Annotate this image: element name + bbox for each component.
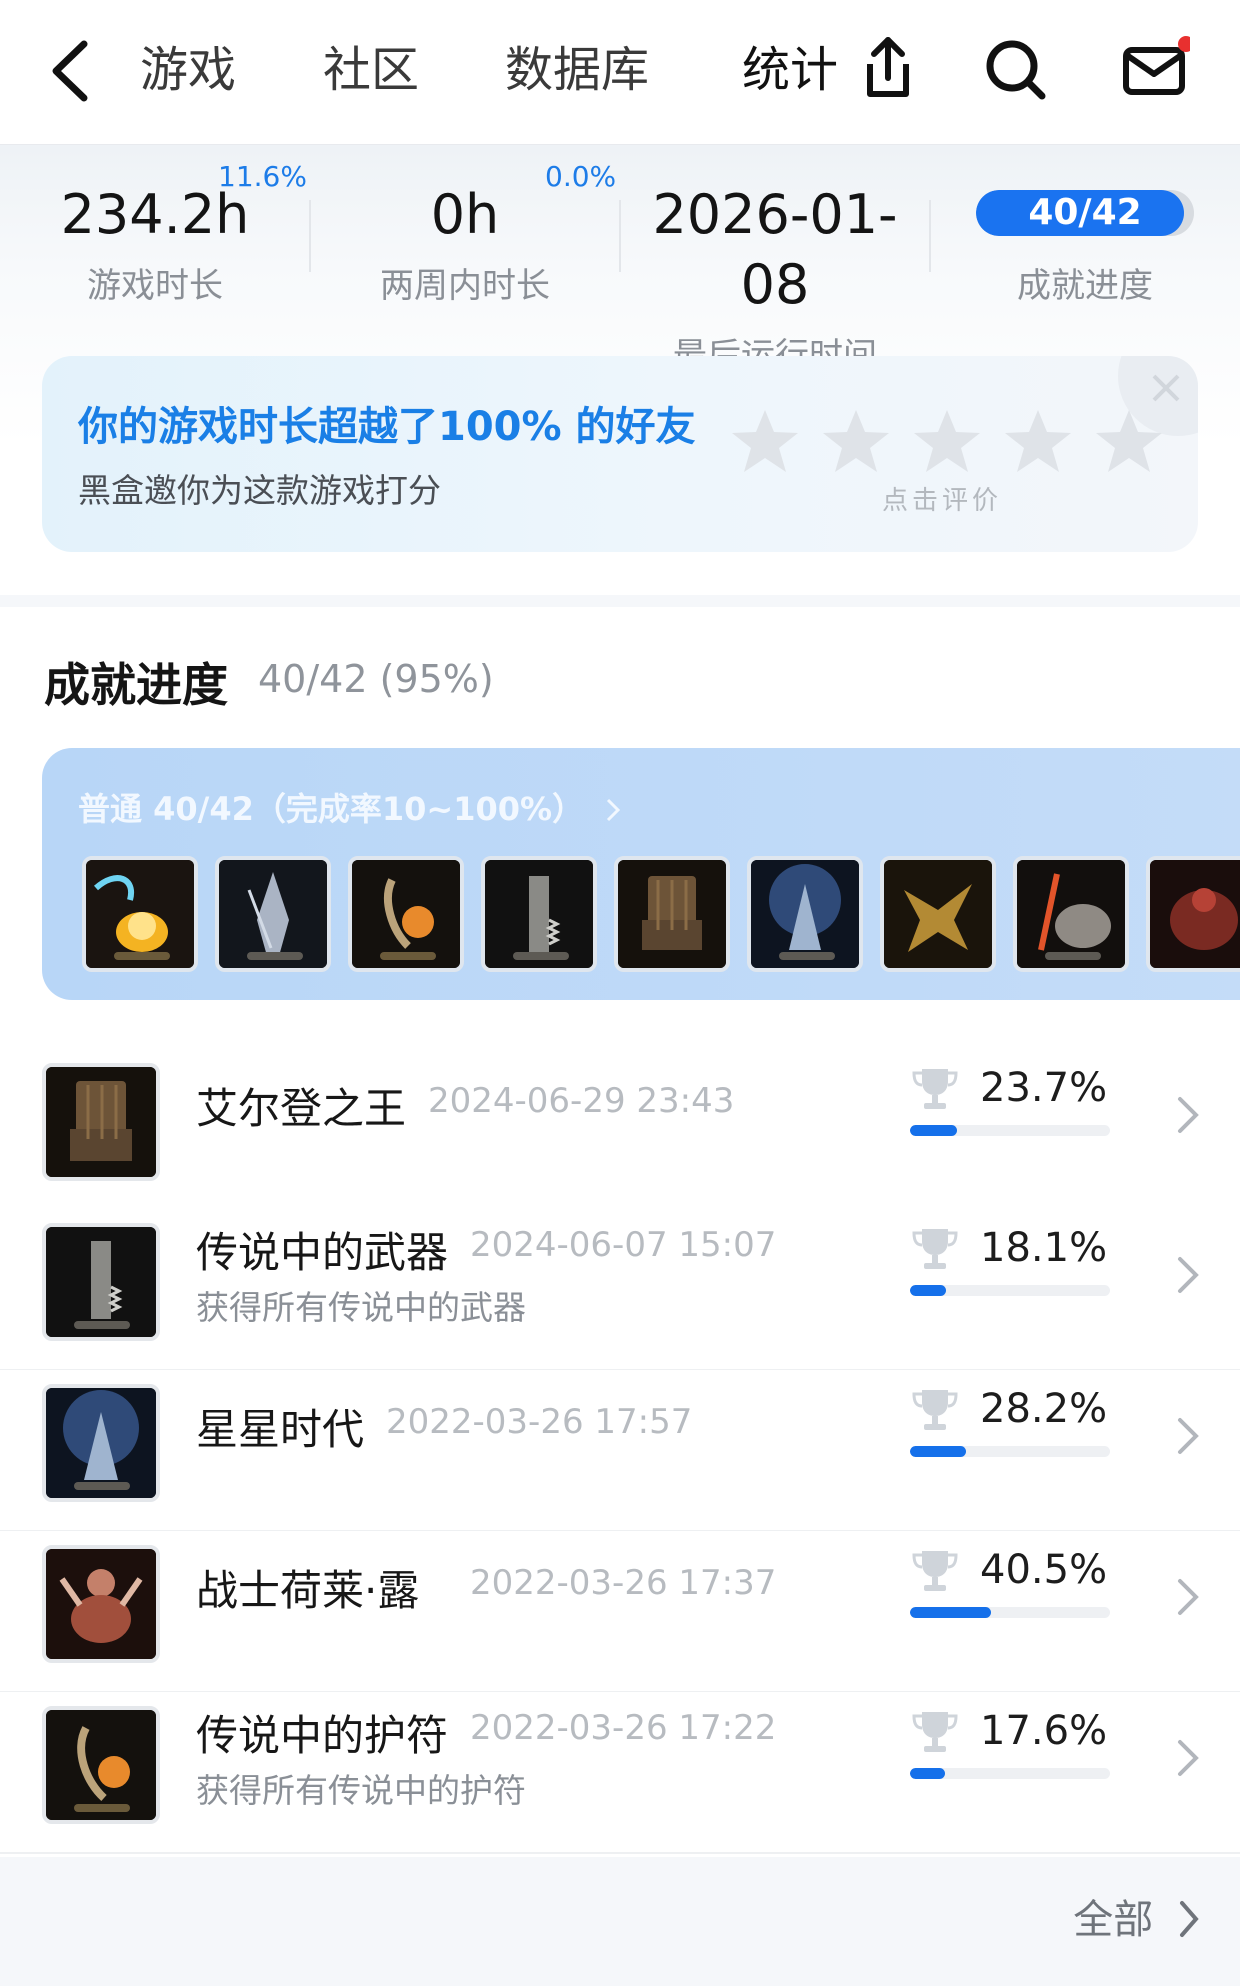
achievement-row[interactable]: 传说中的护符 2022-03-26 17:22 获得所有传说中的护符 17.6% [0,1692,1240,1854]
star-icon[interactable] [730,406,800,476]
mail-icon[interactable] [1120,34,1190,104]
achievement-date: 2022-03-26 17:22 [470,1708,777,1748]
achievement-thumbnail[interactable] [215,856,331,972]
achievement-name: 传说中的护符 [196,1711,449,1760]
achievement-percent: 18.1% [980,1225,1108,1271]
section-title: 成就进度 [44,658,228,712]
tier-label: 普通 40/42（完成率10~100%） [78,784,621,830]
chevron-right-icon[interactable] [1176,1416,1200,1456]
achievement-rarity-fill [910,1446,967,1457]
achievement-thumbnail[interactable] [348,856,464,972]
achievement-description: 获得所有传说中的护符 [196,1771,526,1810]
achievement-icon [42,1545,160,1663]
achievement-rarity-bar [910,1607,1110,1618]
achievement-icon [42,1706,160,1824]
star-icon[interactable] [912,406,982,476]
search-icon[interactable] [980,34,1050,104]
achievement-rarity-bar [910,1446,1110,1457]
achievement-percent: 28.2% [980,1386,1108,1432]
achievement-rarity-bar [910,1125,1110,1136]
top-navigation-bar: 游戏 社区 数据库 统计 [0,0,1240,145]
achievement-row[interactable]: 星星时代 2022-03-26 17:57 28.2% [0,1370,1240,1532]
achievement-icon [42,1223,160,1341]
stat-achievement[interactable]: 40/42 成就进度 [930,160,1240,307]
achievement-thumbnail[interactable] [747,856,863,972]
star-icon[interactable] [821,406,891,476]
star-icon[interactable] [1094,406,1164,476]
achievement-rarity-fill [910,1125,958,1136]
achievement-tier-card[interactable]: 普通 40/42（完成率10~100%） [42,748,1240,1000]
achievement-name: 艾尔登之王 [196,1084,407,1133]
achievement-thumbnail[interactable] [1013,856,1129,972]
footer: 全部 [0,1857,1240,1986]
trophy-icon [912,1069,958,1109]
rating-title: 你的游戏时长超越了100% 的好友 [78,404,696,450]
achievement-thumbnail[interactable] [880,856,996,972]
achievement-name: 传说中的武器 [196,1228,449,1277]
achievement-date: 2024-06-07 15:07 [470,1225,777,1265]
tab-game[interactable]: 游戏 [140,38,236,102]
achievement-thumbnail[interactable] [1146,856,1240,972]
achievement-progress-value: 40/42 [1028,192,1142,233]
achievement-row[interactable]: 艾尔登之王 2024-06-29 23:43 23.7% [0,1049,1240,1211]
achievement-rarity-fill [910,1285,947,1296]
play-time-delta: 11.6% [218,160,307,193]
tab-database[interactable]: 数据库 [505,38,649,102]
section-count: 40/42 (95%) [258,657,494,701]
achievement-percent: 17.6% [980,1708,1108,1754]
trophy-icon [912,1712,958,1752]
close-icon [1152,374,1180,402]
chevron-right-icon[interactable] [1176,1095,1200,1135]
achievement-date: 2024-06-29 23:43 [428,1081,735,1121]
chevron-right-icon [1180,1901,1199,1937]
play-time-label: 游戏时长 [87,266,223,306]
chevron-right-icon [607,798,621,822]
two-weeks-delta: 0.0% [545,160,617,193]
stat-last-run: 2026-01-08 最后运行时间 [620,160,930,377]
stat-play-time: 11.6% 234.2h 游戏时长 [0,160,310,307]
achievement-rarity-bar [910,1285,1110,1296]
tab-stats[interactable]: 统计 [742,38,838,102]
achievement-rarity-fill [910,1768,946,1779]
achievement-row[interactable]: 战士荷莱·露 2022-03-26 17:37 40.5% [0,1531,1240,1693]
achievement-name: 战士荷莱·露 [196,1566,420,1615]
achievement-rarity-bar [910,1768,1110,1779]
see-all-link[interactable]: 全部 [1073,1887,1200,1945]
rating-subtitle: 黑盒邀你为这款游戏打分 [78,471,441,510]
star-icon[interactable] [1003,406,1073,476]
achievement-date: 2022-03-26 17:57 [386,1402,693,1442]
two-weeks-label: 两周内时长 [380,266,550,306]
rating-hint: 点击评价 [882,486,1003,516]
chevron-right-icon[interactable] [1176,1577,1200,1617]
achievement-progress-pill: 40/42 [976,190,1194,236]
back-icon[interactable] [46,36,96,106]
achievement-icon [42,1384,160,1502]
rating-card[interactable]: 你的游戏时长超越了100% 的好友 黑盒邀你为这款游戏打分 点击评价 [42,356,1198,552]
achievement-progress-label: 成就进度 [1017,266,1153,306]
trophy-icon [912,1551,958,1591]
achievement-name: 星星时代 [196,1405,365,1454]
achievement-date: 2022-03-26 17:37 [470,1563,777,1603]
achievement-icon [42,1063,160,1181]
share-icon[interactable] [850,34,920,104]
achievement-description: 获得所有传说中的武器 [196,1288,526,1327]
chevron-right-icon[interactable] [1176,1738,1200,1778]
achievement-row[interactable]: 传说中的武器 2024-06-07 15:07 获得所有传说中的武器 18.1% [0,1209,1240,1371]
tab-community[interactable]: 社区 [323,38,419,102]
achievement-thumbnail[interactable] [614,856,730,972]
achievement-rarity-fill [910,1607,991,1618]
achievement-percent: 40.5% [980,1547,1108,1593]
achievement-percent: 23.7% [980,1065,1108,1111]
chevron-right-icon[interactable] [1176,1255,1200,1295]
achievement-thumbnail[interactable] [481,856,597,972]
trophy-icon [912,1229,958,1269]
stat-two-weeks: 0.0% 0h 两周内时长 [310,160,620,307]
last-run-value: 2026-01-08 [652,183,898,316]
trophy-icon [912,1390,958,1430]
achievement-thumbnail[interactable] [82,856,198,972]
